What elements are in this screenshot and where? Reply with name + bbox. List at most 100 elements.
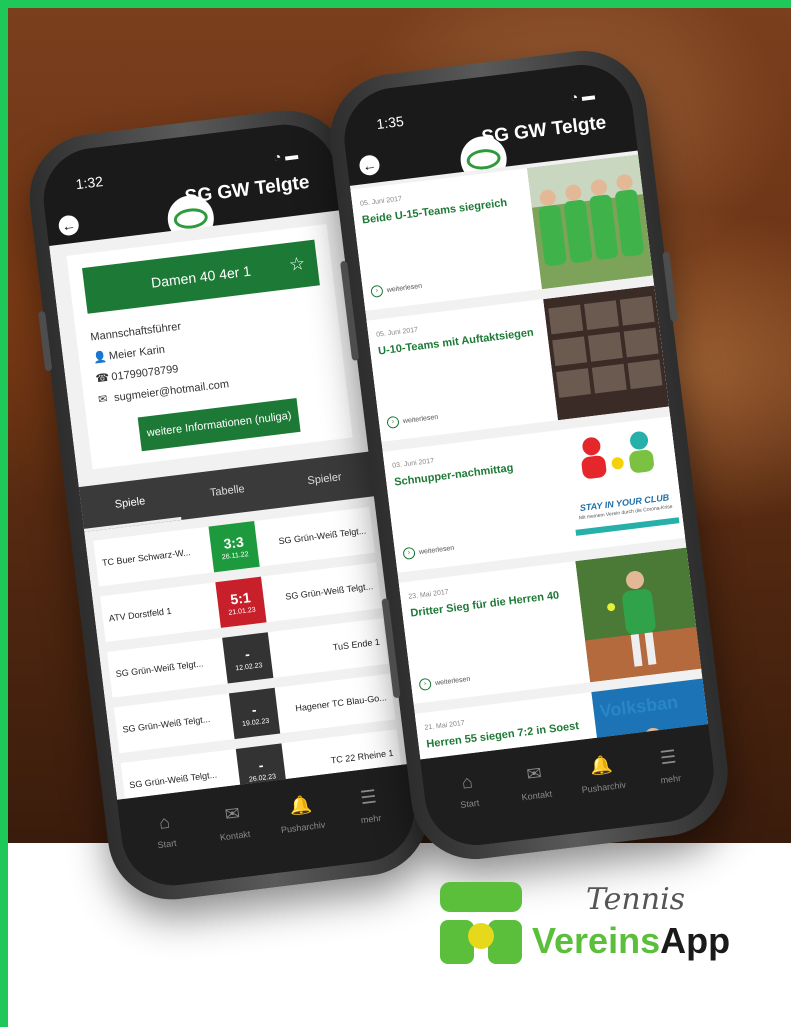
read-more-label: weiterlesen xyxy=(402,413,439,425)
away-team: TuS Ende 1 xyxy=(332,636,381,653)
brand-app: App xyxy=(660,920,731,961)
nav-kontakt[interactable]: ✉ Kontakt xyxy=(501,742,572,841)
back-icon[interactable]: ← xyxy=(358,154,381,177)
read-more-link[interactable]: › weiterlesen xyxy=(370,280,423,299)
brand-tennis: Tennis xyxy=(586,882,686,917)
match-list: TC Buer Schwarz-W... 3:3 26.11.22 SG Grün-W… xyxy=(85,506,408,800)
read-more-label: weiterlesen xyxy=(434,675,471,687)
nav-label: Kontakt xyxy=(219,828,251,843)
news-text: 05. Juni 2017 U-10-Teams mit Auftaktsieg… xyxy=(366,299,558,442)
nav-label: mehr xyxy=(360,812,382,826)
mail-icon: ✉ xyxy=(223,803,242,825)
away-team: SG Grün-Weiß Telgt... xyxy=(284,581,374,602)
nav-mehr[interactable]: ☰ mehr xyxy=(635,726,706,825)
score-value: - xyxy=(257,756,265,773)
match-date: 21.01.23 xyxy=(228,606,256,617)
wifi-battery-icon: ◔ ▬ xyxy=(569,87,596,106)
nav-label: Pusharchiv xyxy=(280,819,326,836)
club-name: SG GW Telgte xyxy=(480,112,608,149)
nav-start[interactable]: ⌂ Start xyxy=(131,791,202,890)
phone-icon: ☎ xyxy=(94,371,111,386)
read-more-label: weiterlesen xyxy=(386,282,423,294)
captain-phone[interactable]: 01799078799 xyxy=(111,363,179,383)
bell-icon: 🔔 xyxy=(588,754,614,777)
team-card: Damen 40 4er 1 ☆ Mannschaftsführer 👤 Meie… xyxy=(66,224,353,470)
arrow-circle-icon: › xyxy=(418,677,432,692)
tab-spiele[interactable]: Spiele xyxy=(78,475,182,532)
score-badge: 5:1 21.01.23 xyxy=(215,576,267,628)
home-icon: ⌂ xyxy=(157,811,172,833)
team-button[interactable]: Damen 40 4er 1 ☆ xyxy=(82,239,320,314)
status-time: 1:35 xyxy=(375,112,405,133)
brand-vereinsapp: VereinsApp xyxy=(532,920,730,962)
team-button-label: Damen 40 4er 1 xyxy=(150,262,252,291)
home-team: ATV Dorstfeld 1 xyxy=(108,605,172,624)
news-text: 05. Juni 2017 Beide U-15-Teams siegreich… xyxy=(350,168,542,311)
brand-t-icon xyxy=(440,882,522,964)
nav-kontakt[interactable]: ✉ Kontakt xyxy=(199,782,270,881)
nav-label: mehr xyxy=(660,772,682,786)
arrow-circle-icon: › xyxy=(402,546,416,561)
read-more-link[interactable]: › weiterlesen xyxy=(386,411,439,430)
match-date: 12.02.23 xyxy=(234,661,263,672)
score-badge: -12.02.23 xyxy=(222,632,274,684)
news-text: 03. Juni 2017 Schnupper-nachmittag › weit… xyxy=(383,430,575,573)
away-team: SG Grün-Weiß Telgt... xyxy=(277,525,367,547)
tennis-vereinsapp-logo: Tennis VereinsApp xyxy=(438,860,778,1020)
nav-label: Pusharchiv xyxy=(581,779,627,796)
wifi-battery-icon: ◔ ▬ xyxy=(272,147,299,165)
read-more-link[interactable]: › weiterlesen xyxy=(402,542,455,561)
back-icon[interactable]: ← xyxy=(57,214,80,237)
read-more-link[interactable]: › weiterlesen xyxy=(418,673,471,692)
nav-label: Start xyxy=(459,797,480,810)
news-photo-team xyxy=(527,154,654,290)
home-team: TC Buer Schwarz-W... xyxy=(101,547,192,568)
star-icon[interactable]: ☆ xyxy=(288,253,307,276)
status-time: 1:32 xyxy=(74,173,104,193)
news-feed: 05. Juni 2017 Beide U-15-Teams siegreich… xyxy=(349,150,709,760)
news-text: 23. Mai 2017 Dritter Sieg für die Herren… xyxy=(399,561,591,704)
score-value: 5:1 xyxy=(229,588,252,607)
news-item[interactable]: 23. Mai 2017 Dritter Sieg für die Herren… xyxy=(398,547,702,704)
arrow-circle-icon: › xyxy=(370,284,384,299)
score-badge: -19.02.23 xyxy=(228,687,281,740)
captain-block: Mannschaftsführer 👤 Meier Karin ☎ 01799078… xyxy=(90,303,331,407)
score-value: 3:3 xyxy=(222,533,245,552)
nav-label: Start xyxy=(157,837,178,851)
nav-mehr[interactable]: ☰ mehr xyxy=(335,766,406,865)
home-team: SG Grün-Weiß Telgt... xyxy=(115,658,204,680)
tab-spieler[interactable]: Spieler xyxy=(273,451,376,508)
score-badge: 3:3 26.11.22 xyxy=(208,521,260,573)
club-name: SG GW Telgte xyxy=(183,171,311,208)
news-ad-stay-in-your-club: STAY IN YOUR CLUB Mit meinem Verein durc… xyxy=(559,416,686,552)
ad-strip xyxy=(575,517,680,536)
captain-name: Meier Karin xyxy=(108,343,166,362)
envelope-icon: ✉ xyxy=(97,393,109,407)
read-more-label: weiterlesen xyxy=(418,544,455,556)
news-item[interactable]: 05. Juni 2017 U-10-Teams mit Auftaktsieg… xyxy=(366,285,670,442)
menu-icon: ☰ xyxy=(359,786,378,809)
more-info-button[interactable]: weitere Informationen (nuliga) xyxy=(137,397,301,452)
nav-start[interactable]: ⌂ Start xyxy=(434,751,505,850)
nav-pusharchiv[interactable]: 🔔 Pusharchiv xyxy=(267,774,338,873)
nav-label: Kontakt xyxy=(521,788,553,803)
match-date: 19.02.23 xyxy=(241,717,270,728)
news-photo-videocall xyxy=(543,285,670,421)
tab-tabelle[interactable]: Tabelle xyxy=(176,463,279,520)
home-team: SG Grün-Weiß Telgt... xyxy=(121,713,211,735)
promo-canvas: 1:32 ◔ ▬ ← SG GW Telgte Damen 40 4er 1 ☆… xyxy=(8,8,791,1027)
match-date: 26.11.22 xyxy=(221,550,249,561)
brand-vereins: Vereins xyxy=(532,920,661,961)
menu-icon: ☰ xyxy=(658,746,678,769)
score-value: - xyxy=(243,645,251,662)
captain-email[interactable]: sugmeier@hotmail.com xyxy=(113,378,229,404)
score-value: - xyxy=(250,700,258,718)
bell-icon: 🔔 xyxy=(288,794,313,817)
mail-icon: ✉ xyxy=(525,762,543,785)
person-icon: 👤 xyxy=(92,350,108,365)
nav-pusharchiv[interactable]: 🔔 Pusharchiv xyxy=(568,734,639,833)
home-icon: ⌂ xyxy=(460,771,474,793)
news-item[interactable]: 03. Juni 2017 Schnupper-nachmittag › weit… xyxy=(382,416,686,573)
arrow-circle-icon: › xyxy=(386,415,400,430)
news-photo-tennis-player xyxy=(575,547,702,683)
